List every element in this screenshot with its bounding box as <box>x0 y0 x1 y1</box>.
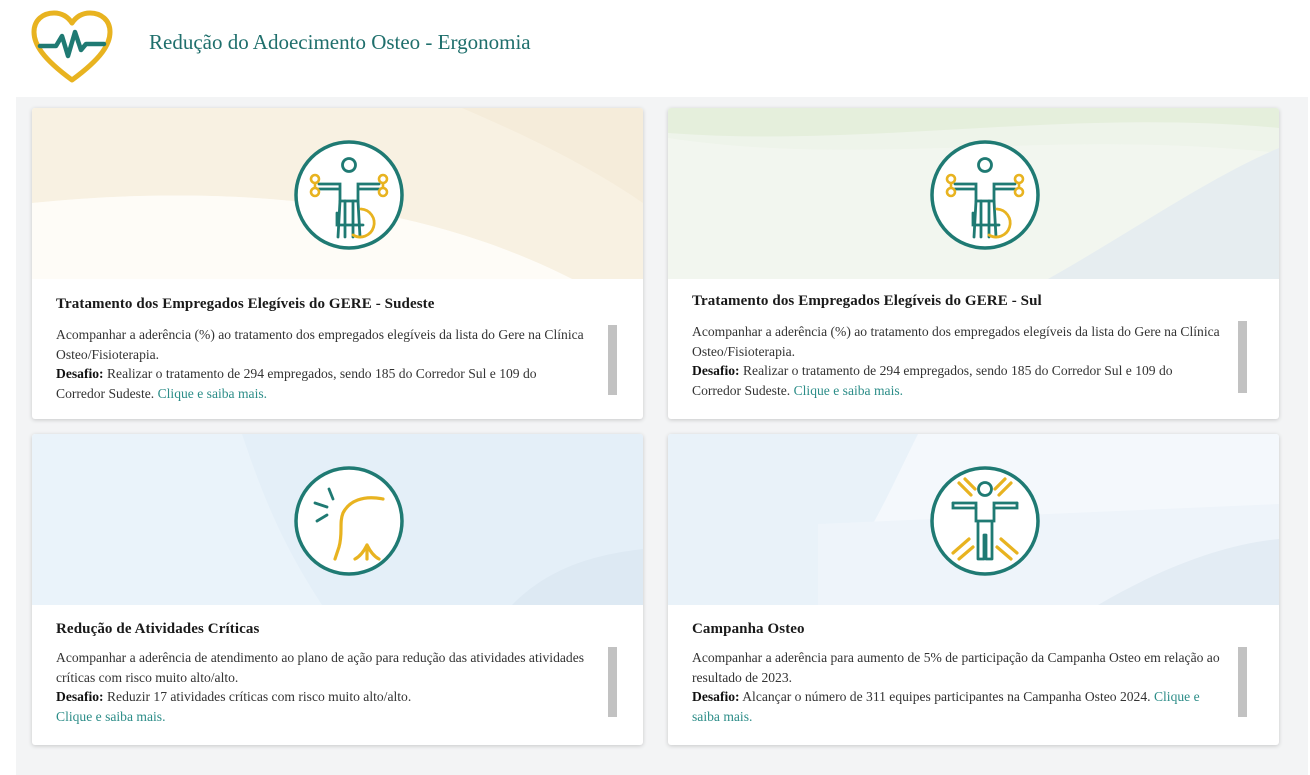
saiba-mais-link[interactable]: Clique e saiba mais. <box>56 709 165 724</box>
card-description: Acompanhar a aderência de atendimento ao… <box>56 650 585 724</box>
person-stretching-icon <box>930 466 1040 576</box>
card-hero <box>32 434 643 605</box>
scrollbar[interactable] <box>608 647 617 717</box>
card-title: Campanha Osteo <box>692 621 805 637</box>
page-title: Redução do Adoecimento Osteo - Ergonomia <box>149 30 531 54</box>
cards-grid: Tratamento dos Empregados Elegíveis do G… <box>16 97 1308 775</box>
card-description: Acompanhar a aderência (%) ao tratamento… <box>56 327 584 401</box>
card-gere-sudeste[interactable]: Tratamento dos Empregados Elegíveis do G… <box>32 108 643 419</box>
card-title: Tratamento dos Empregados Elegíveis do G… <box>56 296 435 312</box>
card-campanha-osteo[interactable]: Campanha Osteo Acompanhar a aderência pa… <box>668 434 1279 745</box>
scrollbar[interactable] <box>1238 647 1247 717</box>
card-title: Redução de Atividades Críticas <box>56 621 260 637</box>
saiba-mais-link[interactable]: Clique e saiba mais. <box>154 386 268 401</box>
card-atividades-criticas[interactable]: Redução de Atividades Críticas Acompanha… <box>32 434 643 745</box>
card-hero <box>668 434 1279 605</box>
app-header: Redução do Adoecimento Osteo - Ergonomia <box>0 0 1310 96</box>
heart-pulse-icon <box>31 10 113 83</box>
card-hero <box>32 108 643 279</box>
person-wheelchair-exercise-icon <box>930 140 1040 250</box>
saiba-mais-link[interactable]: Clique e saiba mais. <box>790 383 904 398</box>
card-hero <box>668 108 1279 279</box>
scrollbar[interactable] <box>1238 321 1247 393</box>
person-wheelchair-exercise-icon <box>294 140 404 250</box>
card-description: Acompanhar a aderência para aumento de 5… <box>692 650 1220 724</box>
scrollbar[interactable] <box>608 325 617 395</box>
card-description: Acompanhar a aderência (%) ao tratamento… <box>692 324 1220 398</box>
shoulder-pain-icon <box>294 466 404 576</box>
card-gere-sul[interactable]: Tratamento dos Empregados Elegíveis do G… <box>668 108 1279 419</box>
card-title: Tratamento dos Empregados Elegíveis do G… <box>692 293 1042 309</box>
